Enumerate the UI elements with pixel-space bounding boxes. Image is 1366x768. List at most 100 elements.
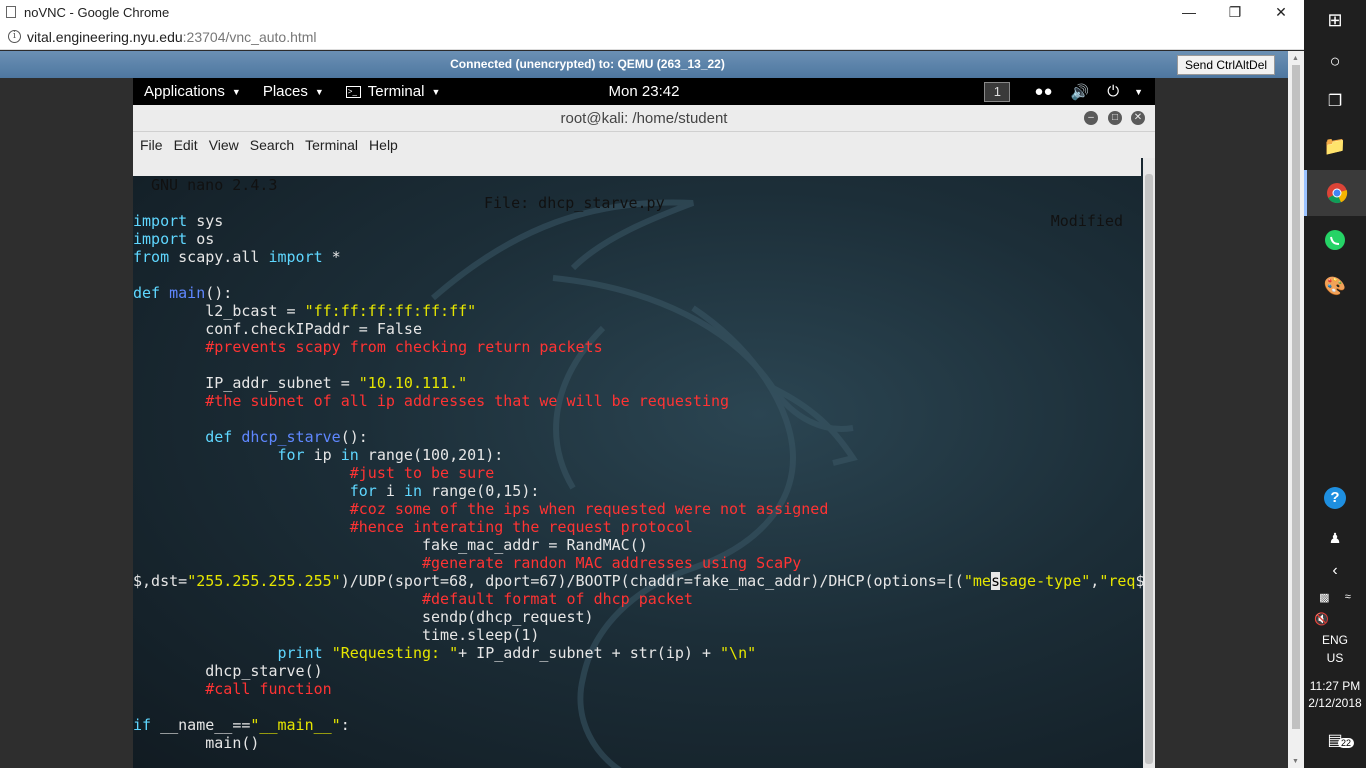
code-line[interactable]: import os — [133, 230, 1143, 248]
minimize-button[interactable]: — — [1166, 0, 1212, 24]
send-ctrlaltdel-button[interactable]: Send CtrlAltDel — [1177, 55, 1276, 75]
code-token: sys — [187, 212, 224, 230]
code-token: (): — [340, 428, 368, 446]
code-line[interactable]: #the subnet of all ip addresses that we … — [133, 392, 1143, 410]
help-icon[interactable]: ? — [1304, 485, 1366, 511]
code-line[interactable]: import sys — [133, 212, 1143, 230]
code-line[interactable] — [133, 194, 1143, 212]
code-editor[interactable]: import sys import os from scapy.all import… — [133, 194, 1143, 752]
code-line[interactable]: for i in range(0,15): — [133, 482, 1143, 500]
terminal-scrollbar-thumb[interactable] — [1145, 174, 1153, 764]
input-language[interactable]: ENG — [1304, 633, 1366, 647]
code-line[interactable] — [133, 698, 1143, 716]
places-menu[interactable]: Places ▼ — [252, 78, 335, 105]
menu-edit[interactable]: Edit — [170, 137, 202, 153]
chrome-taskbar-icon[interactable] — [1304, 170, 1366, 216]
code-line[interactable]: for ip in range(100,201): — [133, 446, 1143, 464]
applications-menu[interactable]: Applications ▼ — [133, 78, 252, 105]
text-cursor: s — [990, 572, 1000, 590]
paint-icon[interactable]: 🎨 — [1304, 272, 1366, 300]
code-token: "me — [963, 572, 991, 590]
tray-time[interactable]: 11:27 PM — [1304, 679, 1366, 693]
maximize-button[interactable]: ❐ — [1212, 0, 1258, 24]
whatsapp-icon[interactable] — [1304, 226, 1366, 254]
code-line[interactable]: def main(): — [133, 284, 1143, 302]
code-line[interactable]: #default format of dhcp packet — [133, 590, 1143, 608]
scroll-up-icon[interactable]: ▲ — [1292, 55, 1299, 62]
address-bar[interactable]: i vital.engineering.nyu.edu:23704/vnc_au… — [0, 24, 1304, 50]
code-line[interactable]: #prevents scapy from checking return pac… — [133, 338, 1143, 356]
code-token: in — [403, 482, 422, 500]
volume-icon[interactable]: 🔊 — [1071, 83, 1090, 101]
code-line[interactable]: print "Requesting: "+ IP_addr_subnet + s… — [133, 644, 1143, 662]
maximize-icon[interactable]: □ — [1108, 111, 1122, 125]
chevron-down-icon[interactable]: ▼ — [1134, 87, 1143, 97]
code-line[interactable]: dhcp_starve() — [133, 662, 1143, 680]
code-line[interactable]: IP_addr_subnet = "10.10.111." — [133, 374, 1143, 392]
users-icon[interactable]: ●● — [1034, 83, 1052, 100]
code-token: (): — [205, 284, 233, 302]
menu-help[interactable]: Help — [365, 137, 402, 153]
code-line[interactable]: fake_mac_addr = RandMAC() — [133, 536, 1143, 554]
terminal-scrollbar[interactable] — [1143, 158, 1155, 768]
wifi-icon[interactable]: ≈ — [1345, 591, 1351, 603]
code-line[interactable]: from scapy.all import * — [133, 248, 1143, 266]
cortana-icon[interactable]: ○ — [1304, 47, 1366, 75]
people-icon[interactable]: ♟ — [1304, 527, 1366, 549]
novnc-status-bar: Connected (unencrypted) to: QEMU (263_13… — [0, 51, 1304, 78]
page-icon — [6, 6, 16, 18]
code-line[interactable]: def dhcp_starve(): — [133, 428, 1143, 446]
scrollbar-thumb[interactable] — [1292, 65, 1300, 729]
code-line[interactable]: #just to be sure — [133, 464, 1143, 482]
workspace-indicator[interactable]: 1 — [984, 81, 1011, 102]
close-button[interactable]: ✕ — [1258, 0, 1304, 24]
code-line[interactable]: main() — [133, 734, 1143, 752]
chevron-down-icon: ▼ — [231, 86, 241, 97]
code-line[interactable]: $,dst="255.255.255.255")/UDP(sport=68, d… — [133, 572, 1143, 590]
code-line[interactable]: if __name__=="__main__": — [133, 716, 1143, 734]
scroll-down-icon[interactable]: ▼ — [1292, 758, 1299, 765]
menu-view[interactable]: View — [205, 137, 243, 153]
code-token: for — [349, 482, 377, 500]
code-line[interactable]: sendp(dhcp_request) — [133, 608, 1143, 626]
code-token: #the subnet of all ip addresses that we … — [133, 392, 730, 410]
info-icon[interactable]: i — [8, 30, 21, 43]
code-line[interactable]: time.sleep(1) — [133, 626, 1143, 644]
code-line[interactable] — [133, 410, 1143, 428]
code-line[interactable] — [133, 266, 1143, 284]
page-scrollbar[interactable]: ▲ ▼ — [1288, 51, 1304, 768]
code-line[interactable]: #coz some of the ips when requested were… — [133, 500, 1143, 518]
minimize-icon[interactable]: – — [1084, 111, 1098, 125]
terminal-titlebar[interactable]: root@kali: /home/student – □ ✕ — [133, 105, 1155, 132]
code-token: if — [133, 716, 152, 734]
menu-terminal[interactable]: Terminal — [301, 137, 362, 153]
input-region[interactable]: US — [1304, 651, 1366, 665]
code-line[interactable]: l2_bcast = "ff:ff:ff:ff:ff:ff" — [133, 302, 1143, 320]
terminal-icon: >_ — [345, 85, 361, 98]
code-line[interactable] — [133, 356, 1143, 374]
file-explorer-icon[interactable]: 📁 — [1304, 132, 1366, 160]
applications-label: Applications — [144, 83, 225, 100]
code-token: import — [133, 230, 188, 248]
terminal-content[interactable]: GNU nano 2.4.3 File: dhcp_starve.py Modi… — [133, 158, 1143, 768]
menu-file[interactable]: File — [136, 137, 167, 153]
action-center-icon[interactable]: ▤ 22 — [1304, 728, 1366, 752]
close-icon[interactable]: ✕ — [1131, 111, 1145, 125]
show-hidden-icons-icon[interactable]: ‹ — [1304, 560, 1366, 582]
code-line[interactable]: #generate randon MAC addresses using Sca… — [133, 554, 1143, 572]
code-line[interactable]: conf.checkIPaddr = False — [133, 320, 1143, 338]
code-line[interactable]: #call function — [133, 680, 1143, 698]
power-icon[interactable]: ⏻ — [1107, 83, 1119, 100]
windows-start-icon[interactable]: ⊞ — [1304, 6, 1366, 34]
terminal-app-menu[interactable]: >_ Terminal ▼ — [335, 78, 452, 105]
task-view-icon[interactable]: ❐ — [1304, 87, 1366, 115]
code-token: "req — [1099, 572, 1136, 590]
code-line[interactable]: #hence interating the request protocol — [133, 518, 1143, 536]
kali-top-panel: Applications ▼ Places ▼ >_ Terminal ▼ Mo… — [133, 78, 1155, 105]
menu-search[interactable]: Search — [246, 137, 298, 153]
speaker-muted-icon[interactable]: 🔇 — [1304, 610, 1366, 628]
tray-date[interactable]: 2/12/2018 — [1304, 696, 1366, 710]
battery-icon[interactable]: ▩ — [1319, 591, 1329, 604]
code-token: in — [340, 446, 359, 464]
